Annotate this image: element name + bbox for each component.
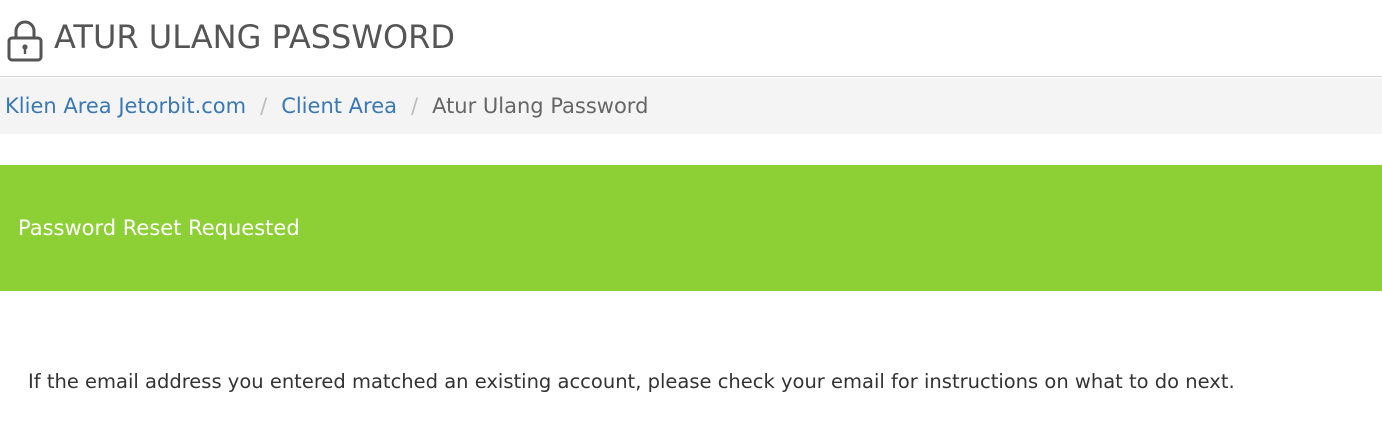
breadcrumb-link-client-area[interactable]: Client Area bbox=[281, 94, 397, 118]
breadcrumb-separator: / bbox=[411, 94, 419, 118]
success-alert: Password Reset Requested bbox=[0, 165, 1382, 291]
breadcrumb-link-home[interactable]: Klien Area Jetorbit.com bbox=[5, 94, 246, 118]
page-title: ATUR ULANG PASSWORD bbox=[54, 18, 456, 56]
lock-icon bbox=[7, 20, 43, 62]
breadcrumb: Klien Area Jetorbit.com / Client Area / … bbox=[0, 78, 1382, 134]
breadcrumb-current: Atur Ulang Password bbox=[432, 94, 649, 118]
breadcrumb-separator: / bbox=[260, 94, 268, 118]
alert-text: Password Reset Requested bbox=[18, 216, 300, 240]
page-header: ATUR ULANG PASSWORD bbox=[0, 0, 1382, 77]
info-message: If the email address you entered matched… bbox=[28, 370, 1235, 393]
page: ATUR ULANG PASSWORD Klien Area Jetorbit.… bbox=[0, 0, 1382, 423]
